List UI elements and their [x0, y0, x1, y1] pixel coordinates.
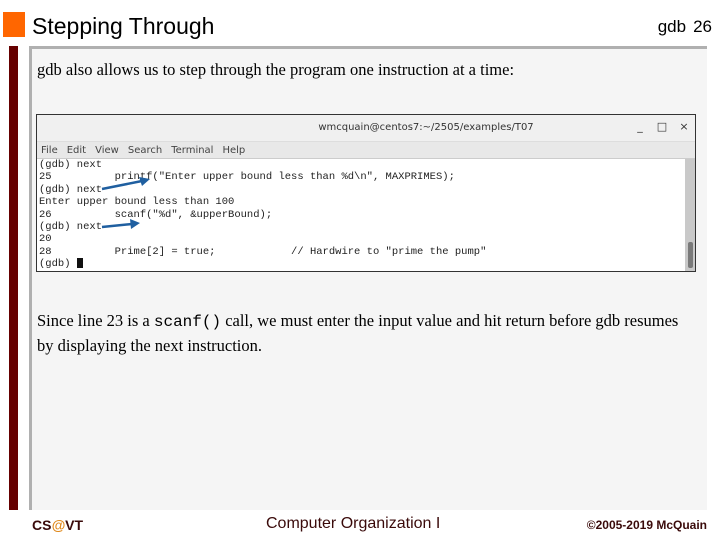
terminal-prompt-line[interactable]: (gdb): [39, 258, 685, 270]
left-accent-bar: [9, 46, 18, 510]
menu-terminal[interactable]: Terminal: [171, 145, 213, 156]
slide-number: gdb 26: [658, 17, 712, 37]
footer-at: @: [51, 517, 66, 533]
menu-edit[interactable]: Edit: [67, 145, 86, 156]
terminal-line: 20: [39, 233, 52, 246]
menu-help[interactable]: Help: [222, 145, 245, 156]
terminal-titlebar[interactable]: wmcquain@centos7:~/2505/examples/T07 _ □…: [37, 115, 695, 142]
menu-file[interactable]: File: [41, 145, 58, 156]
inline-code: scanf(): [153, 313, 222, 331]
annotation-arrow-icon: [101, 177, 150, 191]
section-label: gdb: [657, 17, 687, 36]
maximize-button[interactable]: □: [655, 120, 669, 133]
terminal-title: wmcquain@centos7:~/2505/examples/T07: [318, 122, 534, 133]
terminal-scrollbar[interactable]: [685, 159, 695, 271]
close-button[interactable]: ×: [677, 120, 691, 133]
terminal-menubar: File Edit View Search Terminal Help: [37, 142, 695, 159]
footer-copyright: ©2005-2019 McQuain: [586, 518, 707, 532]
terminal-line: (gdb) next: [39, 159, 103, 171]
title-accent-square: [3, 12, 25, 37]
footer-course-name: Computer Organization I: [266, 515, 441, 532]
terminal-window[interactable]: wmcquain@centos7:~/2505/examples/T07 _ □…: [36, 114, 696, 272]
text-cursor: [76, 258, 83, 269]
intro-text: gdb also allows us to step through the p…: [37, 60, 515, 79]
menu-search[interactable]: Search: [128, 145, 162, 156]
minimize-button[interactable]: _: [633, 120, 647, 133]
gdb-prompt: (gdb): [39, 258, 77, 271]
footer-vt: VT: [65, 517, 83, 533]
scrollbar-thumb[interactable]: [688, 242, 693, 268]
page-number: 26: [693, 17, 712, 36]
footer-course-logo: CS@VT: [32, 517, 83, 533]
terminal-line: 28 Prime[2] = true; // Hardwire to "prim…: [39, 245, 487, 258]
slide-title: Stepping Through: [32, 13, 215, 39]
menu-view[interactable]: View: [95, 145, 119, 156]
paragraph-text: Since line 23 is a: [37, 311, 154, 330]
footer-cs: CS: [32, 517, 52, 533]
terminal-line: Enter upper bound less than 100: [39, 196, 235, 209]
explanation-paragraph: Since line 23 is a scanf() call, we must…: [37, 309, 697, 358]
annotation-arrow-icon: [101, 219, 140, 229]
